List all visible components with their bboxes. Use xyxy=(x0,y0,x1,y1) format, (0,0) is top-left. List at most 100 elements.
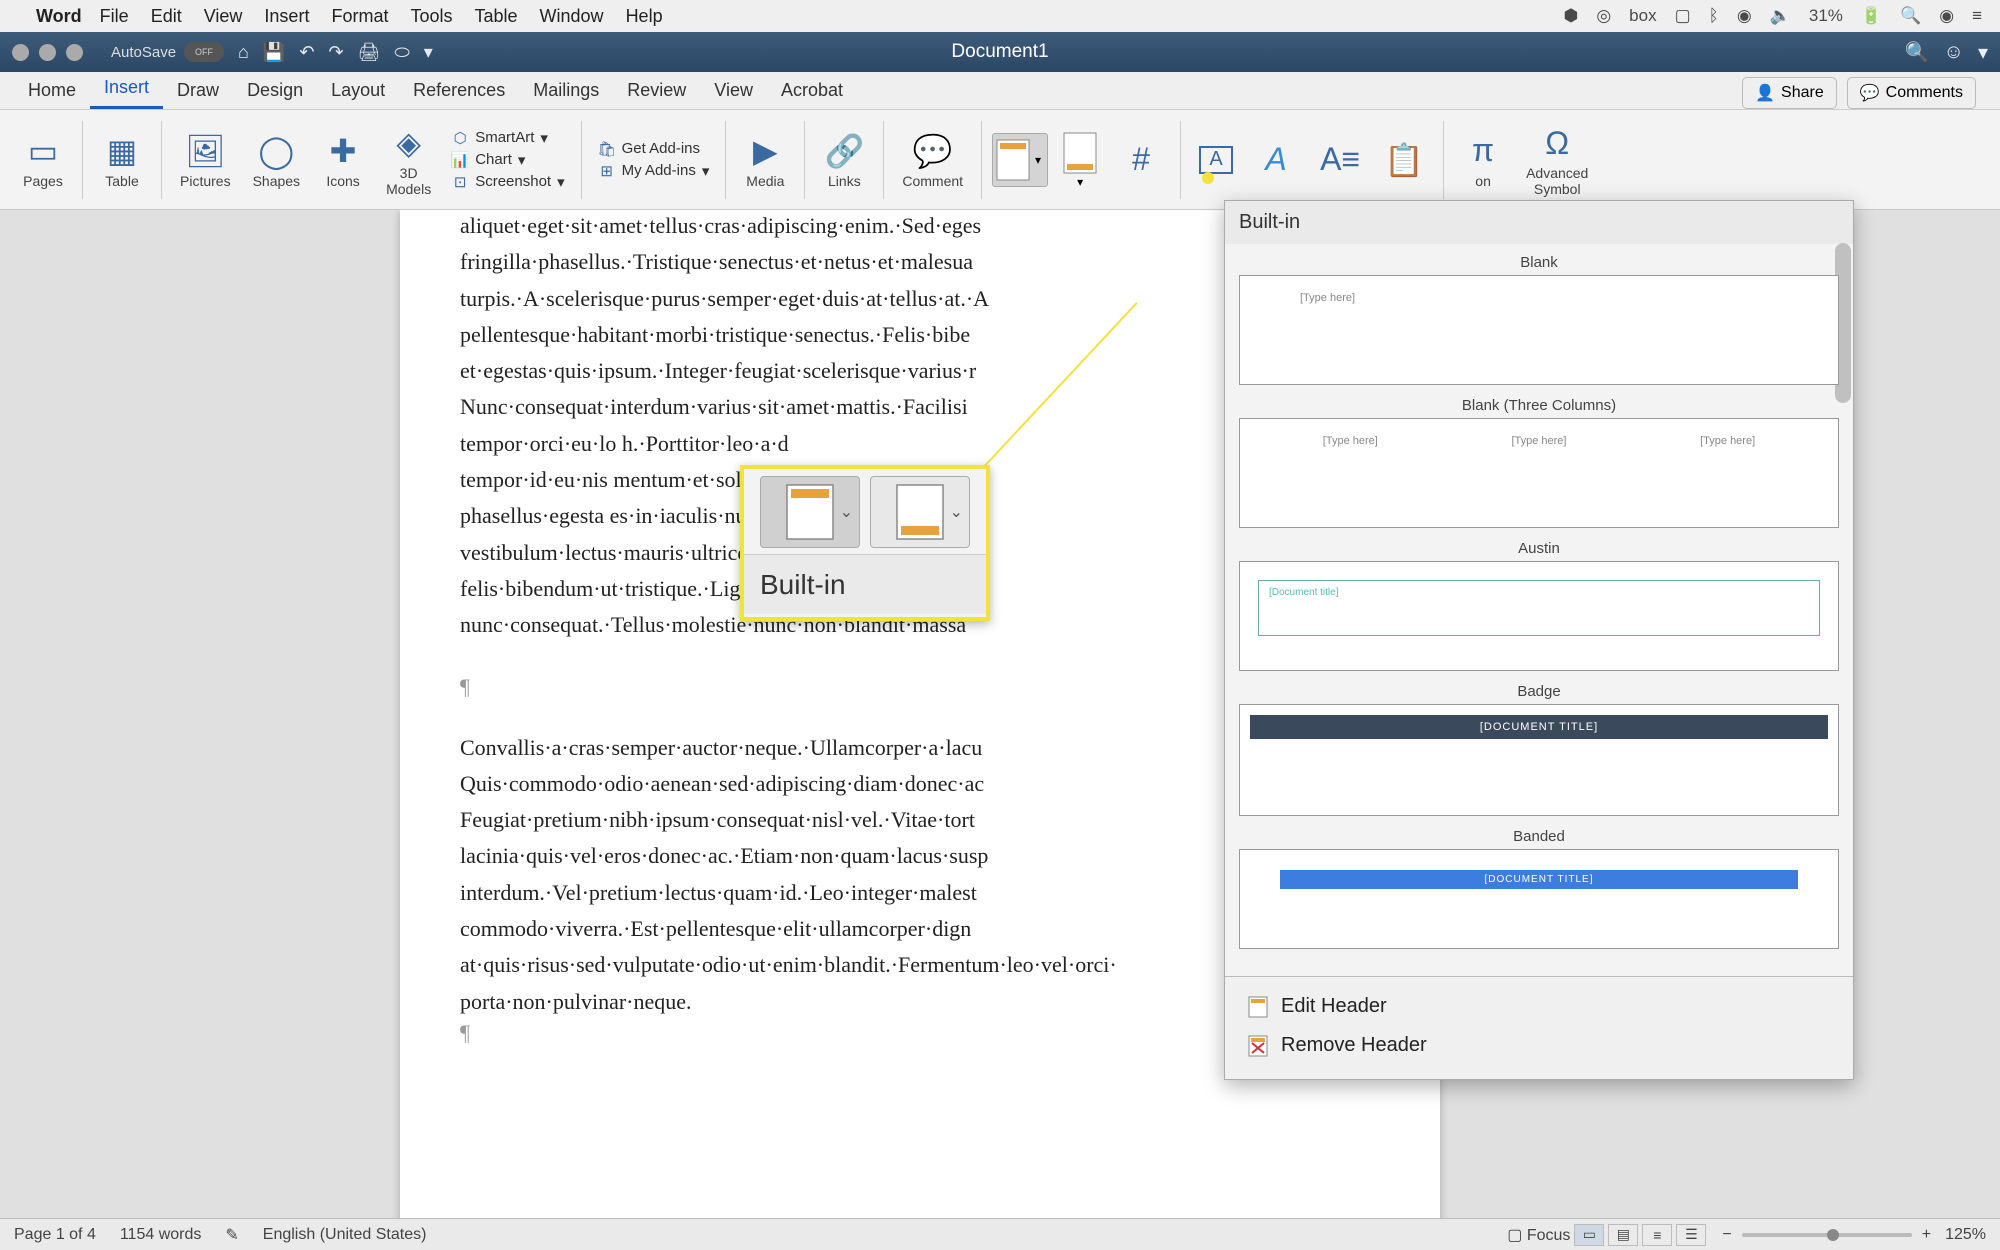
print-layout-view-button[interactable]: ▭ xyxy=(1574,1224,1604,1246)
word-count[interactable]: 1154 words xyxy=(120,1226,202,1244)
ellipse-icon[interactable]: ⬭ xyxy=(394,42,409,63)
footer-gallery-button-zoom[interactable]: ⌄ xyxy=(870,476,970,548)
language-indicator[interactable]: English (United States) xyxy=(263,1226,427,1244)
wifi-icon[interactable]: ◉ xyxy=(1737,6,1752,26)
addins-icon: ⊞ xyxy=(598,162,616,180)
gallery-item-banded[interactable]: Banded [DOCUMENT TITLE] xyxy=(1239,824,1839,949)
tab-mailings[interactable]: Mailings xyxy=(519,72,613,109)
tab-draw[interactable]: Draw xyxy=(163,72,233,109)
print-icon[interactable]: 🖨 xyxy=(358,42,381,63)
menu-table[interactable]: Table xyxy=(475,6,518,27)
gallery-item-badge[interactable]: Badge [DOCUMENT TITLE] xyxy=(1239,679,1839,816)
outline-view-button[interactable]: ≡ xyxy=(1642,1224,1672,1246)
siri-icon[interactable]: ◉ xyxy=(1939,6,1954,26)
draft-view-button[interactable]: ☰ xyxy=(1676,1224,1706,1246)
my-addins-button[interactable]: ⊞My Add-ins ▾ xyxy=(598,162,710,180)
battery-icon[interactable]: 🔋 xyxy=(1861,6,1882,26)
menu-tools[interactable]: Tools xyxy=(410,6,452,27)
redo-icon[interactable]: ↷ xyxy=(328,42,343,63)
tab-acrobat[interactable]: Acrobat xyxy=(767,72,857,109)
zoom-in-button[interactable]: + xyxy=(1922,1226,1931,1244)
tab-home[interactable]: Home xyxy=(14,72,90,109)
autosave-switch[interactable]: OFF xyxy=(184,42,224,62)
airplay-icon[interactable]: ▢ xyxy=(1675,6,1691,26)
tab-design[interactable]: Design xyxy=(233,72,317,109)
gallery-footer: Edit Header Remove Header xyxy=(1225,976,1853,1079)
pictures-button[interactable]: 🖼Pictures xyxy=(172,110,239,209)
symbol-button[interactable]: ΩAdvanced Symbol xyxy=(1518,110,1596,209)
spellcheck-icon[interactable]: ✎ xyxy=(225,1225,238,1245)
zoom-out-button[interactable]: − xyxy=(1722,1226,1731,1244)
volume-icon[interactable]: 🔈 xyxy=(1770,6,1791,26)
autosave-toggle[interactable]: AutoSave OFF xyxy=(111,42,224,62)
window-minimize-button[interactable] xyxy=(39,44,56,61)
account-icon[interactable]: ☺ xyxy=(1944,41,1964,64)
table-button[interactable]: ▦Table xyxy=(93,110,151,209)
smartart-button[interactable]: ⬡SmartArt ▾ xyxy=(451,129,564,147)
tab-view[interactable]: View xyxy=(700,72,767,109)
undo-icon[interactable]: ↶ xyxy=(299,42,314,63)
shapes-button[interactable]: ◯Shapes xyxy=(245,110,308,209)
zoom-slider[interactable] xyxy=(1742,1233,1912,1237)
links-button[interactable]: 🔗Links xyxy=(815,110,873,209)
tab-layout[interactable]: Layout xyxy=(317,72,399,109)
tab-insert[interactable]: Insert xyxy=(90,69,163,109)
box-icon[interactable]: box xyxy=(1629,6,1656,26)
web-layout-view-button[interactable]: ▤ xyxy=(1608,1224,1638,1246)
status-bar: Page 1 of 4 1154 words ✎ English (United… xyxy=(0,1218,2000,1250)
comment-button[interactable]: 💬Comment xyxy=(894,110,971,209)
page-indicator[interactable]: Page 1 of 4 xyxy=(14,1226,96,1244)
menu-insert[interactable]: Insert xyxy=(264,6,309,27)
screenshot-button[interactable]: ⊡Screenshot ▾ xyxy=(451,173,564,191)
equation-button[interactable]: πon xyxy=(1454,110,1512,209)
menu-file[interactable]: File xyxy=(100,6,129,27)
icons-button[interactable]: ✚Icons xyxy=(314,110,372,209)
share-button[interactable]: 👤Share xyxy=(1742,77,1837,109)
tab-review[interactable]: Review xyxy=(613,72,700,109)
menu-view[interactable]: View xyxy=(204,6,243,27)
app-name[interactable]: Word xyxy=(36,6,82,27)
page-number-button[interactable]: # xyxy=(1112,110,1170,209)
date-time-button[interactable]: 📋 xyxy=(1375,110,1433,209)
gallery-item-blank[interactable]: Blank [Type here] xyxy=(1239,250,1839,385)
wordart-button[interactable]: A xyxy=(1247,110,1305,209)
gallery-item-blank-three-columns[interactable]: Blank (Three Columns) [Type here] [Type … xyxy=(1239,393,1839,528)
media-button[interactable]: ▶Media xyxy=(736,110,794,209)
pages-button[interactable]: ▭Pages xyxy=(14,110,72,209)
creative-cloud-icon[interactable]: ◎ xyxy=(1596,6,1611,26)
footer-button[interactable]: ▾ xyxy=(1054,110,1106,209)
menu-edit[interactable]: Edit xyxy=(151,6,182,27)
get-addins-button[interactable]: 🛍Get Add-ins xyxy=(598,140,710,158)
header-gallery-button-zoom[interactable]: ⌄ xyxy=(760,476,860,548)
window-close-button[interactable] xyxy=(12,44,29,61)
drop-cap-button[interactable]: A≡ xyxy=(1311,110,1369,209)
bluetooth-icon[interactable]: ᛒ xyxy=(1709,6,1719,26)
spotlight-icon[interactable]: 🔍 xyxy=(1900,6,1921,26)
dropbox-icon[interactable]: ⬢ xyxy=(1563,6,1578,26)
customize-qat-icon[interactable]: ▾ xyxy=(424,42,433,63)
menu-window[interactable]: Window xyxy=(540,6,604,27)
search-icon[interactable]: 🔍 xyxy=(1905,40,1930,65)
gallery-item-austin[interactable]: Austin [Document title] xyxy=(1239,536,1839,671)
remove-header-action[interactable]: Remove Header xyxy=(1225,1026,1853,1065)
window-zoom-button[interactable] xyxy=(66,44,83,61)
ribbon-display-icon[interactable]: ▾ xyxy=(1978,40,1988,65)
save-icon[interactable]: 💾 xyxy=(263,42,285,63)
chart-button[interactable]: 📊Chart ▾ xyxy=(451,151,564,169)
comment-bubble-icon: 💬 xyxy=(912,130,954,172)
home-icon[interactable]: ⌂ xyxy=(238,42,249,63)
zoom-percent[interactable]: 125% xyxy=(1945,1226,1986,1244)
focus-mode-button[interactable]: ▢ Focus xyxy=(1507,1225,1570,1245)
text-box-button[interactable]: A xyxy=(1191,110,1241,209)
notification-center-icon[interactable]: ≡ xyxy=(1972,6,1982,26)
edit-header-action[interactable]: Edit Header xyxy=(1225,987,1853,1026)
battery-percent[interactable]: 31% xyxy=(1809,6,1843,26)
pictures-icon: 🖼 xyxy=(184,130,226,172)
comments-button[interactable]: 💬Comments xyxy=(1847,77,1976,109)
menu-format[interactable]: Format xyxy=(331,6,388,27)
header-button[interactable]: ▾ xyxy=(992,133,1048,187)
menu-help[interactable]: Help xyxy=(626,6,663,27)
zoom-knob[interactable] xyxy=(1827,1229,1839,1241)
3d-models-button[interactable]: ◈3D Models xyxy=(378,110,439,209)
tab-references[interactable]: References xyxy=(399,72,519,109)
